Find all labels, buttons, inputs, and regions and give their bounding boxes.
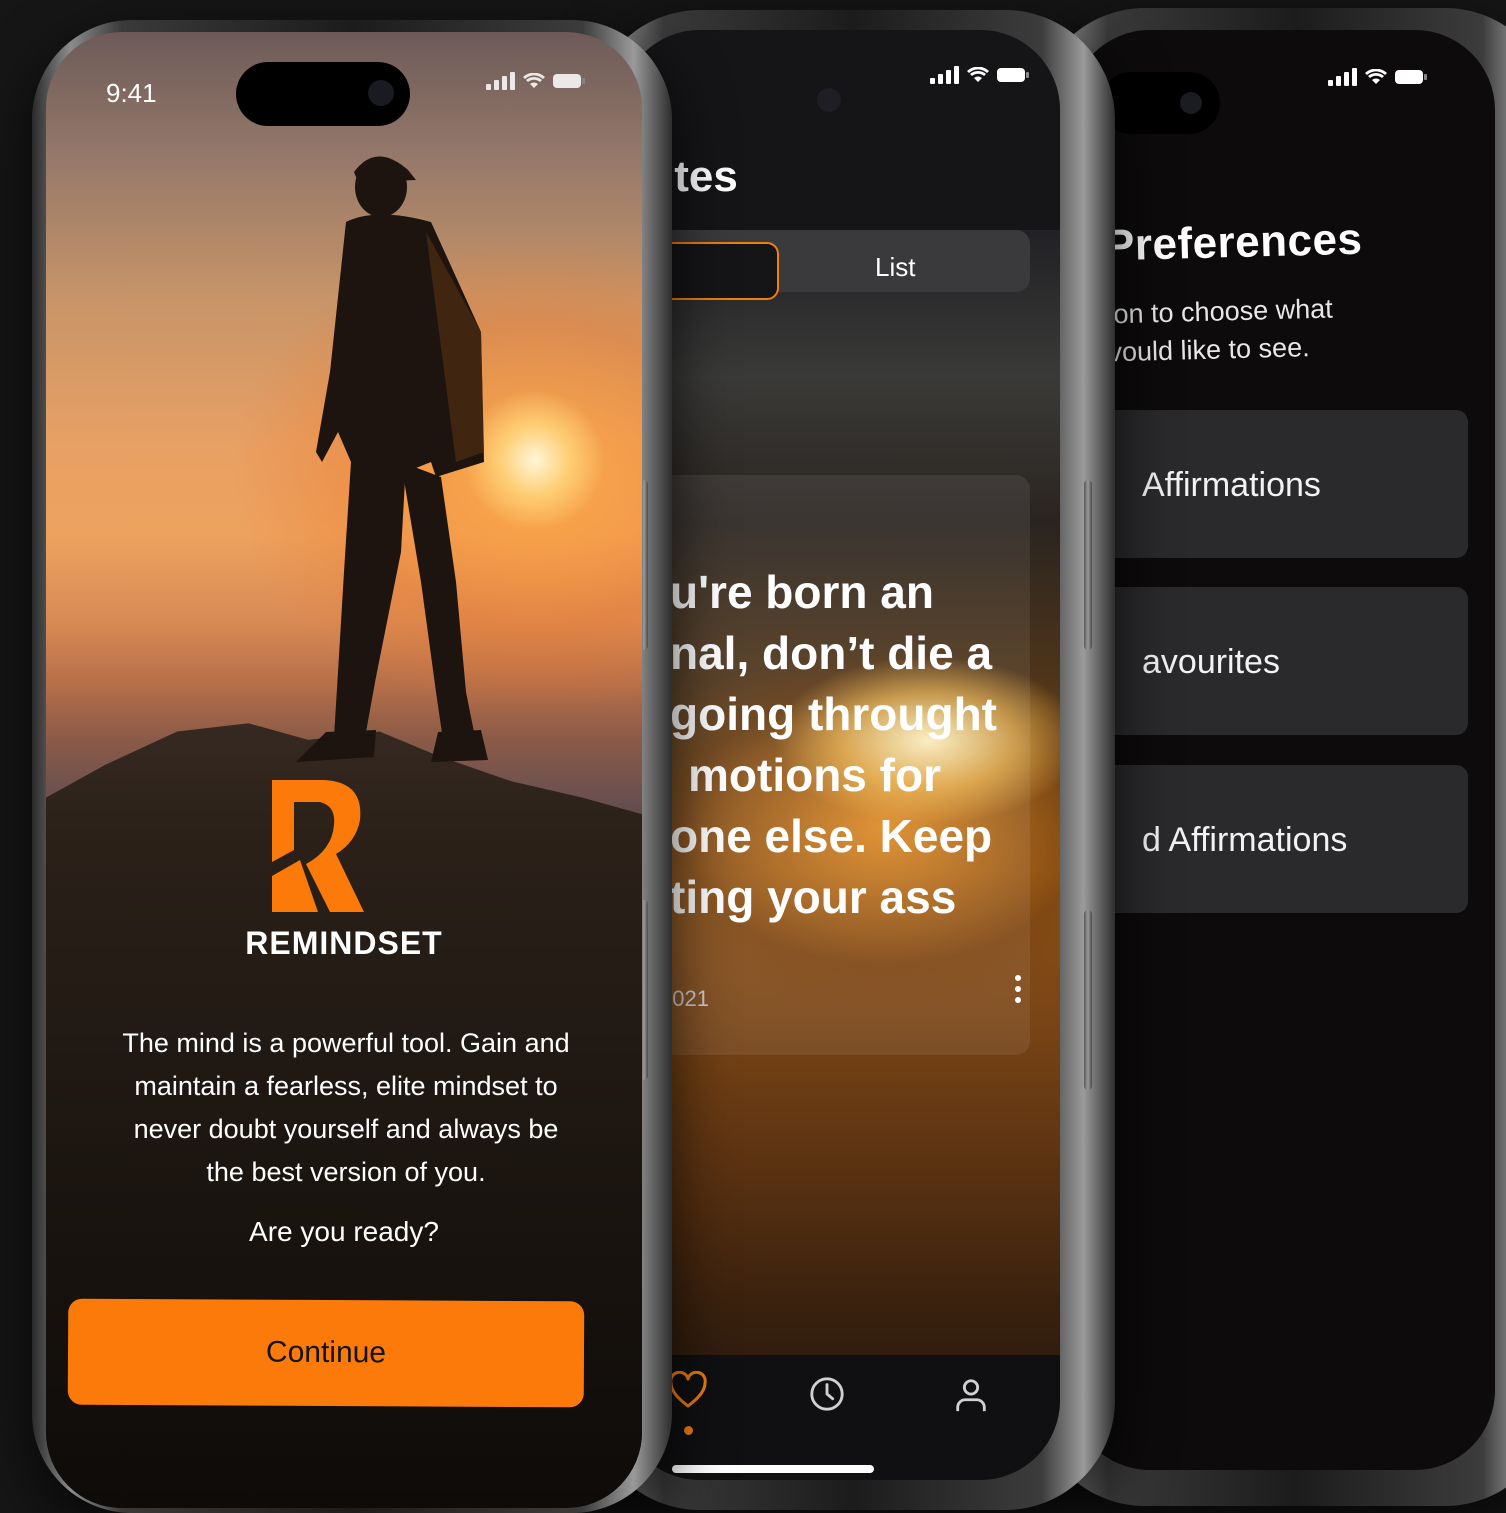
- camera-pill: [1100, 72, 1220, 134]
- intro-text: The mind is a powerful tool. Gain and ma…: [86, 1022, 606, 1194]
- status-time: 9:41: [106, 78, 157, 108]
- quote-line: going throught: [670, 688, 997, 740]
- preferences-screen: Preferences ion to choose what vould lik…: [1070, 30, 1495, 1470]
- status-bar-icons: [486, 72, 585, 90]
- favourites-screen: ites List u're born an nal, don’t die a …: [620, 30, 1060, 1480]
- battery-icon: [1395, 70, 1427, 84]
- segment-list[interactable]: List: [875, 252, 915, 283]
- quote-line: nal, don’t die a: [670, 627, 993, 679]
- option-label: Affirmations: [1142, 466, 1321, 504]
- status-bar-icons: [930, 66, 1029, 84]
- home-indicator: [672, 1465, 874, 1473]
- option-favourites[interactable]: avourites: [1100, 587, 1468, 735]
- dynamic-island: [236, 62, 410, 126]
- brand-name: REMINDSET: [245, 925, 443, 961]
- clock-icon[interactable]: [808, 1375, 846, 1413]
- page-title: Preferences: [1104, 214, 1364, 271]
- quote-text: u're born an nal, don’t die a going thro…: [670, 562, 1050, 928]
- quote-line: u're born an: [670, 566, 934, 618]
- battery-icon: [997, 68, 1029, 82]
- option-label: d Affirmations: [1142, 821, 1348, 859]
- remindset-logo: [272, 780, 364, 912]
- hiker-silhouette: [296, 156, 488, 762]
- side-button: [1084, 910, 1092, 1090]
- intro-line: The mind is a powerful tool. Gain and: [122, 1028, 570, 1058]
- segment-active[interactable]: [660, 242, 779, 300]
- active-tab-indicator: [684, 1426, 693, 1435]
- status-bar-icons: [1328, 68, 1427, 86]
- signal-icon: [1328, 68, 1357, 86]
- page-title: ites: [662, 152, 738, 201]
- subtitle-line: vould like to see.: [1108, 332, 1310, 368]
- continue-button[interactable]: Continue: [67, 1298, 585, 1408]
- heart-icon[interactable]: [668, 1371, 708, 1411]
- quote-line: motions for: [688, 749, 941, 801]
- user-icon[interactable]: [952, 1375, 990, 1415]
- view-toggle: List: [660, 230, 1030, 300]
- option-label: avourites: [1142, 643, 1280, 681]
- quote-line: ting your ass: [670, 871, 957, 923]
- wifi-icon: [1365, 69, 1387, 84]
- welcome-screen: 9:41 REMINDSET The mind is a powerful to…: [46, 32, 642, 1508]
- quote-line: one else. Keep: [670, 810, 993, 862]
- ready-question: Are you ready?: [249, 1216, 439, 1247]
- intro-line: maintain a fearless, elite mindset to: [134, 1071, 558, 1101]
- front-camera: [1180, 92, 1202, 114]
- subtitle-line: ion to choose what: [1107, 293, 1334, 330]
- battery-icon: [553, 74, 585, 88]
- wifi-icon: [967, 67, 989, 82]
- side-button: [1084, 480, 1092, 650]
- signal-icon: [486, 72, 515, 90]
- page-subtitle: ion to choose what vould like to see.: [1107, 289, 1369, 372]
- option-custom-affirmations[interactable]: d Affirmations: [1100, 765, 1468, 913]
- more-options-icon[interactable]: [1015, 975, 1023, 1003]
- tab-bar: [620, 1355, 1060, 1480]
- front-camera: [817, 88, 841, 112]
- intro-line: never doubt yourself and always be: [133, 1114, 559, 1144]
- phone-welcome: 9:41 REMINDSET The mind is a powerful to…: [32, 20, 672, 1513]
- front-camera: [368, 80, 394, 106]
- intro-line: the best version of you.: [206, 1157, 486, 1187]
- signal-icon: [930, 66, 959, 84]
- option-affirmations[interactable]: Affirmations: [1100, 410, 1468, 558]
- wifi-icon: [523, 73, 545, 88]
